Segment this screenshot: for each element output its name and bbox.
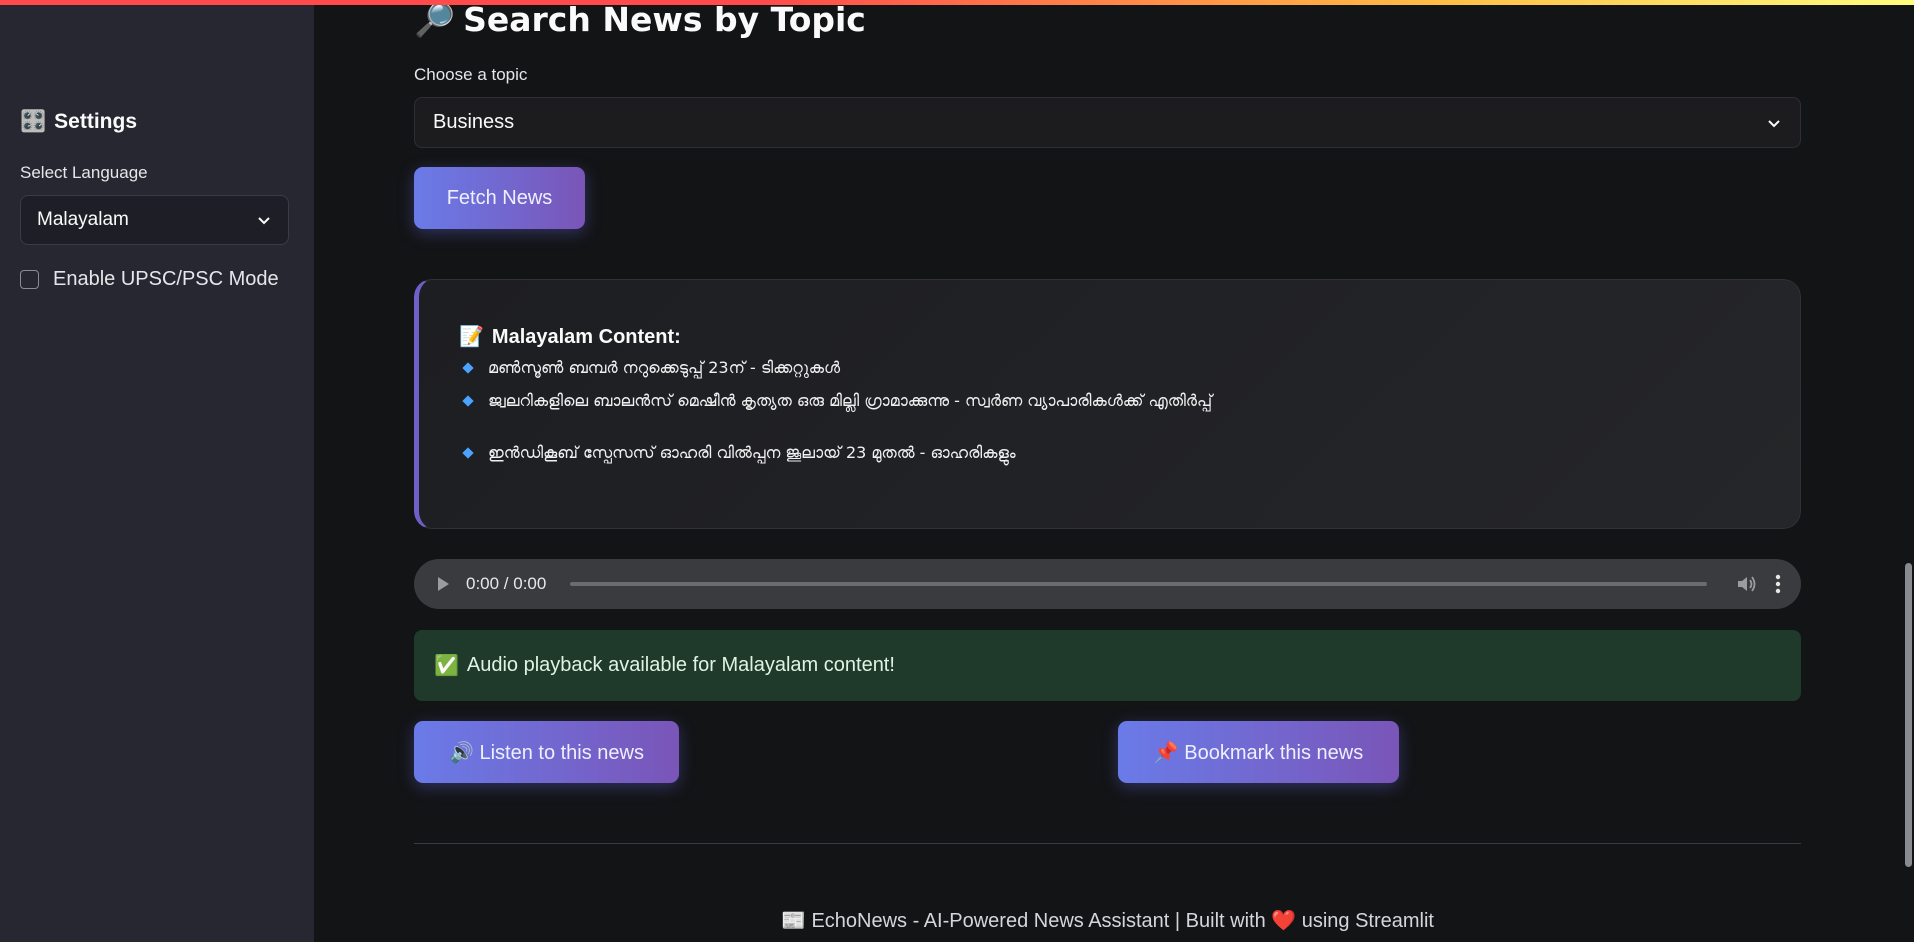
- bookmark-button[interactable]: 📌 Bookmark this news: [1118, 721, 1399, 783]
- sidebar-title: 🎛️ Settings: [20, 110, 137, 134]
- control-knobs-icon: 🎛️: [20, 110, 47, 133]
- scrollbar-thumb[interactable]: [1905, 563, 1912, 867]
- language-select[interactable]: Malayalam: [20, 195, 289, 245]
- news-item: ജ്വലറികളിലെ ബാലൻസ് മെഷീൻ കൃത്യത ഒരു മില്…: [462, 391, 1213, 411]
- fetch-news-button[interactable]: Fetch News: [414, 167, 585, 229]
- language-label: Select Language: [20, 163, 148, 182]
- top-decoration-bar: [0, 0, 1914, 5]
- chevron-down-icon: [258, 217, 270, 225]
- check-mark-icon: ✅: [434, 655, 459, 677]
- listen-button[interactable]: 🔊 Listen to this news: [414, 721, 679, 783]
- diamond-bullet-icon: [462, 447, 474, 459]
- sidebar: 🎛️ Settings Select Language Malayalam Ena…: [0, 0, 314, 942]
- chevron-down-icon: [1768, 119, 1780, 127]
- divider: [414, 843, 1801, 844]
- news-item-text: മൺസൂൺ ബമ്പർ നറുക്കെടുപ്പ് 23ന് - ടിക്കറ്…: [488, 358, 841, 377]
- language-select-value: Malayalam: [37, 209, 129, 230]
- play-icon[interactable]: [434, 575, 452, 593]
- upsc-mode-label: Enable UPSC/PSC Mode: [53, 268, 279, 290]
- page-title: 🔎 Search News by Topic: [414, 0, 866, 40]
- topic-select[interactable]: Business: [414, 97, 1801, 148]
- news-item: മൺസൂൺ ബമ്പർ നറുക്കെടുപ്പ് 23ന് - ടിക്കറ്…: [462, 358, 841, 378]
- news-item: ഇൻഡികൂബ് സ്പേസസ് ഓഹരി വിൽപ്പന ജൂലായ് 23 …: [462, 443, 1016, 463]
- audio-time: 0:00 / 0:00: [466, 574, 547, 593]
- magnifier-icon: 🔎: [414, 0, 456, 39]
- content-card: 📝 Malayalam Content: മൺസൂൺ ബമ്പർ നറുക്കെട…: [414, 279, 1801, 529]
- topic-select-value: Business: [433, 111, 515, 133]
- volume-icon[interactable]: [1735, 573, 1757, 595]
- more-options-icon[interactable]: [1775, 574, 1781, 594]
- diamond-bullet-icon: [462, 362, 474, 374]
- success-message: Audio playback available for Malayalam c…: [466, 654, 895, 676]
- footer-text: 📰 EchoNews - AI-Powered News Assistant |…: [780, 910, 1434, 932]
- content-heading-text: Malayalam Content:: [491, 326, 681, 348]
- content-heading: 📝 Malayalam Content:: [459, 324, 681, 349]
- news-item-text: ജ്വലറികളിലെ ബാലൻസ് മെഷീൻ കൃത്യത ഒരു മില്…: [488, 391, 1213, 410]
- upsc-mode-checkbox[interactable]: [20, 270, 39, 289]
- upsc-mode-toggle[interactable]: Enable UPSC/PSC Mode: [20, 268, 279, 291]
- diamond-bullet-icon: [462, 395, 474, 407]
- success-alert: ✅ Audio playback available for Malayalam …: [414, 630, 1801, 701]
- audio-player: 0:00 / 0:00: [414, 559, 1801, 609]
- audio-progress-track[interactable]: [570, 582, 1707, 586]
- topic-label: Choose a topic: [414, 65, 528, 84]
- page-title-text: Search News by Topic: [463, 0, 866, 39]
- memo-icon: 📝: [459, 326, 484, 348]
- news-item-text: ഇൻഡികൂബ് സ്പേസസ് ഓഹരി വിൽപ്പന ജൂലായ് 23 …: [488, 443, 1016, 462]
- sidebar-title-text: Settings: [54, 110, 137, 133]
